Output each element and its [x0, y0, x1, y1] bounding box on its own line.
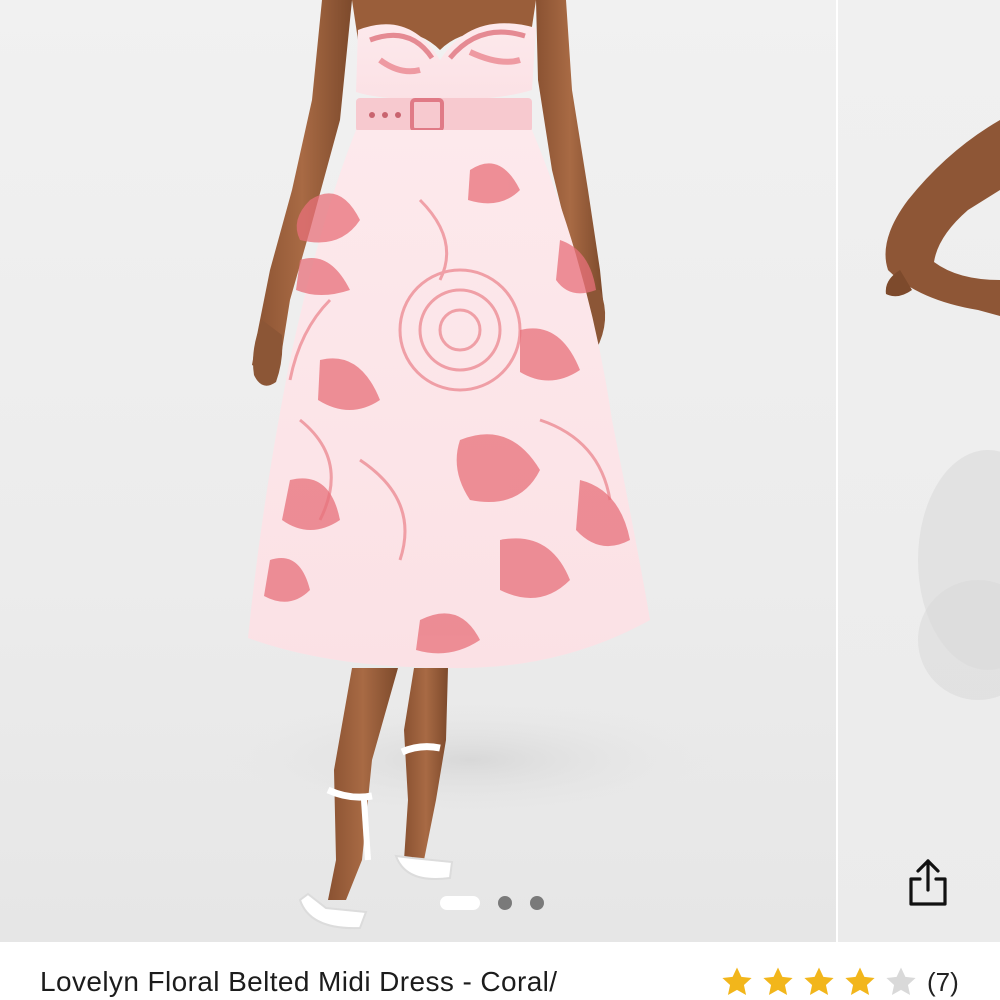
- product-page: Lovelyn Floral Belted Midi Dress - Coral…: [0, 0, 1000, 1000]
- product-title: Lovelyn Floral Belted Midi Dress - Coral…: [40, 966, 558, 997]
- share-icon: [909, 859, 947, 906]
- product-rating[interactable]: (7): [720, 962, 959, 1000]
- star-icon: [804, 967, 834, 996]
- product-photo: [220, 0, 720, 930]
- star-icon: [886, 967, 916, 996]
- review-count[interactable]: (7): [927, 967, 959, 998]
- gallery-slide-main[interactable]: [0, 0, 836, 942]
- star-filled-3: [804, 967, 834, 996]
- pagination-dot-3[interactable]: [530, 896, 544, 910]
- star-filled-2: [763, 967, 793, 996]
- star-empty-5: [886, 967, 916, 996]
- star-filled-1: [722, 967, 752, 996]
- share-button[interactable]: [895, 850, 961, 916]
- pagination-dot-2[interactable]: [498, 896, 512, 910]
- star-icon: [763, 967, 793, 996]
- product-image-gallery[interactable]: [0, 0, 1000, 942]
- next-product-photo: [885, 120, 1000, 700]
- star-filled-4: [845, 967, 875, 996]
- pagination-dot-1[interactable]: [440, 896, 480, 910]
- star-icon: [845, 967, 875, 996]
- star-icon: [722, 967, 752, 996]
- gallery-slide-next-preview[interactable]: [838, 0, 1000, 942]
- gallery-pagination: [440, 894, 544, 912]
